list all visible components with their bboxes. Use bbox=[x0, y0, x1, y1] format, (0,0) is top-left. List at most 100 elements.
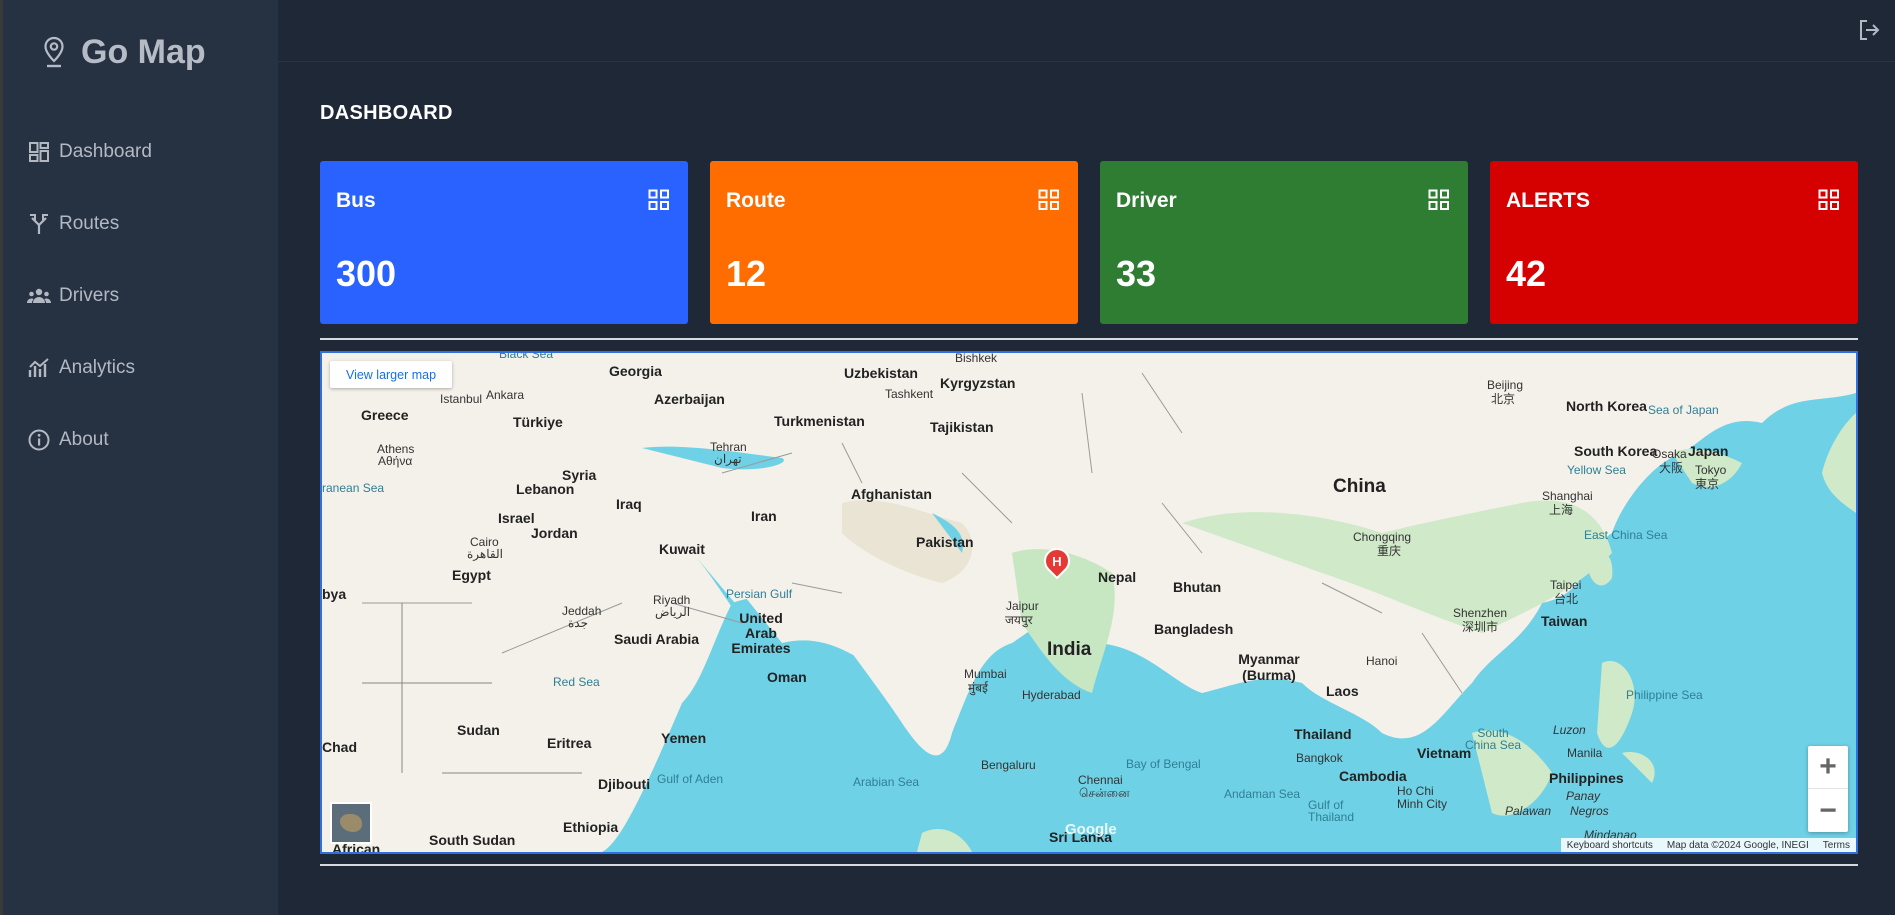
map-label: China bbox=[1333, 476, 1386, 497]
card-value: 300 bbox=[336, 253, 397, 294]
map-label: Gulf of Thailand bbox=[1308, 798, 1355, 824]
zoom-in-button[interactable]: + bbox=[1808, 746, 1848, 789]
divider bbox=[320, 864, 1858, 866]
map-label: تهران bbox=[714, 452, 742, 466]
map-label: Ankara bbox=[486, 388, 525, 402]
app-logo[interactable]: Go Map bbox=[41, 30, 206, 74]
logout-icon[interactable] bbox=[1857, 18, 1881, 42]
map-label: मुंबई bbox=[968, 681, 988, 695]
map-label: Iran bbox=[751, 508, 777, 524]
sidebar-item-dashboard[interactable]: Dashboard bbox=[27, 116, 152, 188]
map-attribution: Keyboard shortcuts Map data ©2024 Google… bbox=[1560, 838, 1856, 852]
map-label: Αθήνα bbox=[378, 454, 413, 468]
map-label: Ho Chi Minh City bbox=[1397, 784, 1448, 811]
dashboard-icon bbox=[1428, 189, 1449, 210]
page-title: DASHBOARD bbox=[320, 102, 453, 124]
map-label: 東京 bbox=[1695, 477, 1720, 491]
map-label: Persian Gulf bbox=[726, 587, 793, 601]
zoom-out-button[interactable]: − bbox=[1808, 789, 1848, 832]
map-label: Azerbaijan bbox=[654, 391, 725, 407]
map-label: 北京 bbox=[1491, 392, 1516, 406]
map-label: जयपुर bbox=[1005, 613, 1033, 627]
map-label: Yemen bbox=[661, 730, 707, 746]
google-logo: Google bbox=[1065, 821, 1117, 838]
map-label: Sea of Japan bbox=[1648, 403, 1719, 417]
map-label: Iraq bbox=[616, 496, 642, 512]
map-label: Taiwan bbox=[1541, 613, 1588, 629]
map-label: ranean Sea bbox=[322, 481, 385, 495]
map-label: Bangladesh bbox=[1154, 621, 1234, 637]
map-label: Laos bbox=[1326, 683, 1359, 699]
map-label: Chad bbox=[322, 739, 357, 755]
map-marker-label: H bbox=[1052, 553, 1062, 569]
card-label: Route bbox=[726, 189, 786, 212]
map-label: Black Sea bbox=[499, 351, 554, 361]
map-label: Nepal bbox=[1098, 569, 1137, 585]
map-embed[interactable]: Georgia Azerbaijan Uzbekistan Kyrgyzstan… bbox=[320, 351, 1858, 854]
map-label: Djibouti bbox=[598, 776, 651, 792]
map-label: Palawan bbox=[1505, 804, 1552, 818]
sidebar-item-drivers[interactable]: Drivers bbox=[27, 260, 152, 332]
view-larger-map-link[interactable]: View larger map bbox=[330, 361, 452, 388]
analytics-icon bbox=[28, 358, 49, 377]
terms-link[interactable]: Terms bbox=[1823, 840, 1850, 851]
map-label: Georgia bbox=[609, 363, 662, 379]
map-label: Thailand bbox=[1294, 726, 1352, 742]
sidebar-item-label: Routes bbox=[59, 213, 120, 234]
map-label: Bay of Bengal bbox=[1126, 757, 1201, 771]
keyboard-shortcuts-link[interactable]: Keyboard shortcuts bbox=[1567, 840, 1653, 851]
card-label: Driver bbox=[1116, 189, 1177, 212]
map-label: 台北 bbox=[1554, 592, 1579, 606]
map-label: North Korea bbox=[1566, 398, 1647, 414]
map-label: Chennai bbox=[1078, 773, 1123, 787]
map-type-toggle[interactable] bbox=[330, 802, 372, 844]
map-label: Japan bbox=[1688, 443, 1729, 459]
map-label: Myanmar (Burma) bbox=[1238, 651, 1300, 683]
map-label: Kuwait bbox=[659, 541, 705, 557]
map-label: Hanoi bbox=[1366, 654, 1398, 668]
sidebar-nav: Dashboard Routes Drivers Analytics About bbox=[27, 116, 152, 476]
map-label: Lebanon bbox=[516, 481, 575, 497]
map-label: Israel bbox=[498, 510, 535, 526]
map-label: Manila bbox=[1567, 746, 1603, 760]
sidebar: Go Map Dashboard Routes Drivers Analytic… bbox=[0, 0, 278, 915]
map-label: 大阪 bbox=[1659, 461, 1684, 475]
card-route[interactable]: Route 12 bbox=[710, 161, 1078, 324]
sidebar-item-label: Dashboard bbox=[59, 141, 152, 162]
map-label: South Sudan bbox=[429, 832, 516, 848]
card-alerts[interactable]: ALERTS 42 bbox=[1490, 161, 1858, 324]
map-label: Red Sea bbox=[553, 675, 600, 689]
sidebar-item-routes[interactable]: Routes bbox=[27, 188, 152, 260]
drivers-icon bbox=[27, 288, 51, 303]
card-label: Bus bbox=[336, 189, 376, 212]
map-label: Saudi Arabia bbox=[614, 631, 700, 647]
map-label: Hyderabad bbox=[1022, 688, 1081, 702]
map-label: Luzon bbox=[1553, 723, 1586, 737]
map-label: Negros bbox=[1570, 804, 1609, 818]
sidebar-item-analytics[interactable]: Analytics bbox=[27, 332, 152, 404]
map-label: 上海 bbox=[1549, 503, 1574, 517]
map-label: القاهرة bbox=[467, 547, 503, 561]
map-label: South China Sea bbox=[1465, 726, 1522, 752]
map-label: Uzbekistan bbox=[844, 365, 918, 381]
routes-icon bbox=[30, 214, 48, 234]
dashboard-icon bbox=[1818, 189, 1839, 210]
map-label: Gulf of Aden bbox=[657, 772, 724, 786]
map-label: Arabian Sea bbox=[853, 775, 920, 789]
dashboard-icon bbox=[29, 142, 49, 162]
sidebar-item-about[interactable]: About bbox=[27, 404, 152, 476]
card-bus[interactable]: Bus 300 bbox=[320, 161, 688, 324]
map-label: 重庆 bbox=[1377, 544, 1402, 558]
map-label: Eritrea bbox=[547, 735, 592, 751]
map-label: Bishkek bbox=[955, 351, 998, 365]
location-pin-icon bbox=[44, 36, 64, 68]
map-label: South Korea bbox=[1574, 443, 1658, 459]
zoom-controls: + − bbox=[1808, 746, 1848, 832]
sidebar-item-label: Drivers bbox=[59, 285, 120, 306]
dashboard-icon bbox=[1038, 189, 1059, 210]
map-label: Cambodia bbox=[1339, 768, 1407, 784]
map-label: Bengaluru bbox=[981, 758, 1036, 772]
card-driver[interactable]: Driver 33 bbox=[1100, 161, 1468, 324]
top-bar bbox=[278, 0, 1895, 62]
map-label: Greece bbox=[361, 407, 409, 423]
